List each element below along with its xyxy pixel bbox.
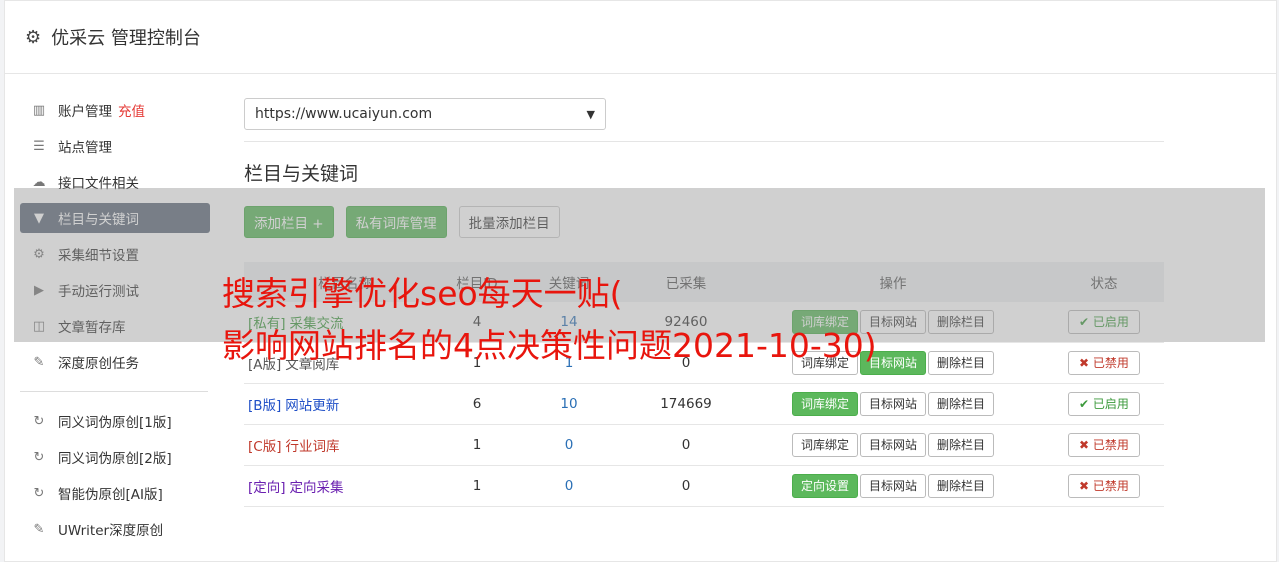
column-name: 网站更新 [285, 398, 340, 414]
gear-icon: ⚙ [25, 26, 42, 48]
status-label: 已禁用 [1092, 479, 1129, 493]
sidebar-item[interactable]: ↻ 智能伪原创[AI版] [20, 478, 210, 508]
keyword-count[interactable]: 0 [508, 465, 630, 507]
page-header: ⚙ 优采云 管理控制台 [5, 1, 1276, 74]
collected-count: 0 [630, 424, 742, 466]
column-name-cell[interactable]: [C版] 行业词库 [244, 424, 446, 466]
sidebar-item-label: 同义词伪原创[2版] [58, 451, 172, 467]
status-cell: ✖ 已禁用 [1044, 424, 1164, 466]
column-tag: [定向] [248, 480, 286, 496]
site-select-value: https://www.ucaiyun.com [255, 106, 433, 122]
column-tag: [B版] [248, 398, 282, 414]
sidebar-item[interactable]: ✎ UWriter深度原创 [20, 514, 210, 544]
status-toggle[interactable]: ✖ 已禁用 [1068, 474, 1140, 498]
delete-column-button[interactable]: 删除栏目 [928, 433, 995, 457]
chevron-down-icon: ▼ [586, 107, 595, 121]
lexicon-bind-button[interactable]: 词库绑定 [791, 433, 858, 457]
sidebar-item[interactable]: ↻ 同义词伪原创[1版] [20, 406, 210, 436]
status-cell: ✖ 已禁用 [1044, 465, 1164, 507]
table-row: [B版] 网站更新 6 10 174669 词库绑定 目标网站 删除栏目 ✔ 已启用 [244, 383, 1164, 425]
keyword-count[interactable]: 0 [508, 424, 630, 466]
target-site-button[interactable]: 目标网站 [859, 392, 926, 416]
overlay-line-1: 搜索引擎优化seo每天一贴( [222, 274, 623, 313]
column-id: 6 [446, 383, 508, 425]
sidebar-item-label: 站点管理 [58, 140, 112, 156]
divider [244, 141, 1164, 142]
status-label: 已启用 [1092, 397, 1129, 411]
column-name: 定向采集 [289, 480, 344, 496]
status-cell: ✖ 已禁用 [1044, 342, 1164, 384]
check-icon: ✔ [1079, 397, 1093, 411]
close-icon: ✖ [1079, 479, 1093, 493]
column-name-cell[interactable]: [定向] 定向采集 [244, 465, 446, 507]
sidebar-divider [20, 391, 208, 392]
collected-count: 0 [630, 465, 742, 507]
status-cell: ✔ 已启用 [1044, 383, 1164, 425]
bar-chart-icon: ▥ [32, 102, 46, 118]
table-row: [定向] 定向采集 1 0 0 定向设置 目标网站 删除栏目 ✖ 已禁用 [244, 465, 1164, 507]
edit-icon: ✎ [33, 354, 45, 370]
status-label: 已禁用 [1092, 356, 1129, 370]
close-icon: ✖ [1079, 438, 1093, 452]
section-title: 栏目与关键词 [244, 163, 359, 185]
site-select[interactable]: https://www.ucaiyun.com ▼ [244, 98, 606, 130]
sidebar-item[interactable]: ▥ 账户管理 充值 [20, 95, 210, 125]
lexicon-bind-button[interactable]: 词库绑定 [791, 392, 858, 416]
close-icon: ✖ [1079, 356, 1093, 370]
overlay-headline: 搜索引擎优化seo每天一贴( 影响网站排名的4点决策性问题2021-10-30) [222, 268, 877, 372]
collected-count: 174669 [630, 383, 742, 425]
actions-cell: 词库绑定 目标网站 删除栏目 [742, 383, 1044, 425]
sidebar-item-label: UWriter深度原创 [58, 523, 164, 539]
sidebar-item-label: 同义词伪原创[1版] [58, 415, 172, 431]
edit-icon: ✎ [33, 521, 45, 537]
status-toggle[interactable]: ✖ 已禁用 [1068, 351, 1140, 375]
column-name-cell[interactable]: [B版] 网站更新 [244, 383, 446, 425]
column-id: 1 [446, 465, 508, 507]
target-site-button[interactable]: 目标网站 [859, 474, 926, 498]
refresh-icon: ↻ [33, 413, 45, 429]
status-toggle[interactable]: ✔ 已启用 [1068, 392, 1140, 416]
recharge-link[interactable]: 充值 [118, 100, 145, 120]
server-icon: ☰ [33, 138, 45, 154]
actions-cell: 词库绑定 目标网站 删除栏目 [742, 424, 1044, 466]
overlay-line-2: 影响网站排名的4点决策性问题2021-10-30) [222, 326, 877, 365]
column-id: 1 [446, 424, 508, 466]
delete-column-button[interactable]: 删除栏目 [928, 474, 995, 498]
refresh-icon: ↻ [33, 485, 45, 501]
table-row: [C版] 行业词库 1 0 0 词库绑定 目标网站 删除栏目 ✖ 已禁用 [244, 424, 1164, 466]
page-title: 优采云 管理控制台 [51, 28, 201, 49]
sidebar-item-label: 智能伪原创[AI版] [58, 487, 163, 503]
sidebar-item-label: 深度原创任务 [58, 356, 139, 372]
column-tag: [C版] [248, 439, 282, 455]
delete-column-button[interactable]: 删除栏目 [928, 392, 995, 416]
target-site-button[interactable]: 目标网站 [859, 433, 926, 457]
delete-column-button[interactable]: 删除栏目 [928, 351, 995, 375]
actions-cell: 定向设置 目标网站 删除栏目 [742, 465, 1044, 507]
sidebar-item[interactable]: ✎ 深度原创任务 [20, 347, 210, 377]
status-toggle[interactable]: ✖ 已禁用 [1068, 433, 1140, 457]
keyword-count[interactable]: 10 [508, 383, 630, 425]
status-label: 已禁用 [1092, 438, 1129, 452]
refresh-icon: ↻ [33, 449, 45, 465]
column-name: 行业词库 [285, 439, 340, 455]
sidebar-item[interactable]: ↻ 同义词伪原创[2版] [20, 442, 210, 472]
sidebar-item-label: 账户管理 [58, 104, 112, 120]
sidebar-item[interactable]: ☰ 站点管理 [20, 131, 210, 161]
lexicon-bind-button[interactable]: 定向设置 [791, 474, 858, 498]
